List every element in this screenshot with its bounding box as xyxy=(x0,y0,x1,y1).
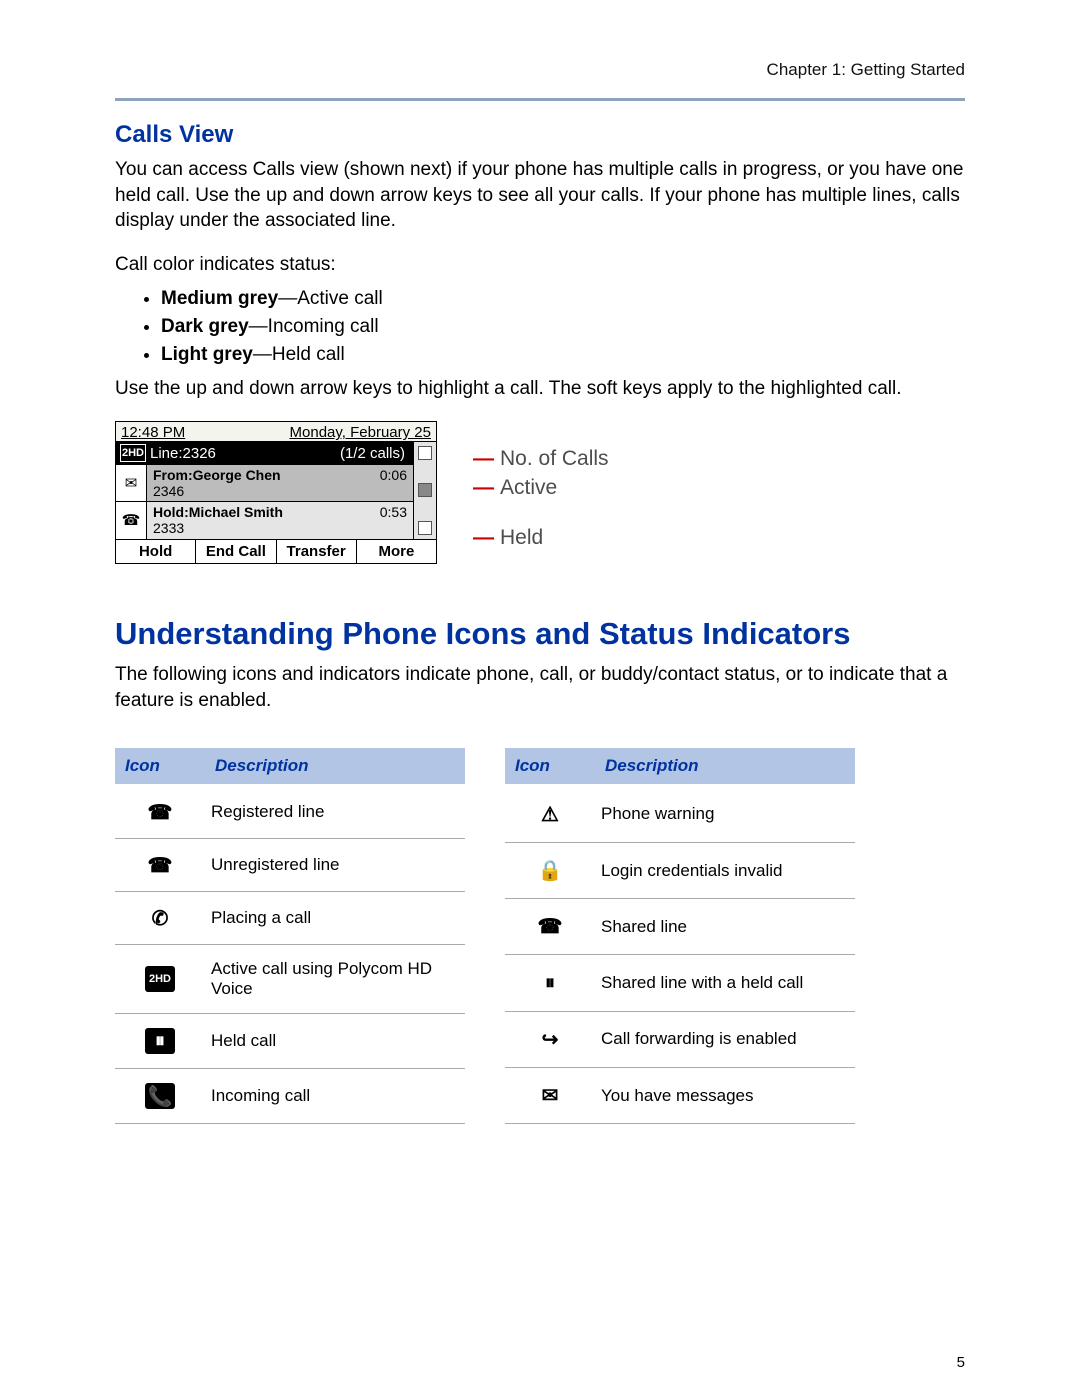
phone-call-count: (1/2 calls) xyxy=(340,445,409,462)
phone-icon: ☎ xyxy=(116,502,147,538)
placing-call-icon: ✆ xyxy=(146,906,174,930)
messages-icon: ✉ xyxy=(536,1084,564,1108)
incoming-call-icon: 📞 xyxy=(145,1083,175,1109)
icon-description: Login credentials invalid xyxy=(595,842,855,898)
status-bullets: Medium grey—Active call Dark grey—Incomi… xyxy=(115,288,965,366)
table-row: 2HD Active call using Polycom HD Voice xyxy=(115,945,465,1014)
icon-description: Call forwarding is enabled xyxy=(595,1011,855,1067)
softkey-hold: Hold xyxy=(116,540,196,563)
icon-cell: ⚠ xyxy=(505,785,595,842)
shared-line-icon: ☎ xyxy=(536,915,564,939)
callout-held: Held xyxy=(500,526,543,549)
calls-view-outro: Use the up and down arrow keys to highli… xyxy=(115,376,965,402)
softkey-end-call: End Call xyxy=(196,540,276,563)
hd-badge-icon: 2HD xyxy=(120,444,146,462)
col-desc-right: Description xyxy=(595,748,855,785)
chapter-header: Chapter 1: Getting Started xyxy=(115,60,965,80)
call-forwarding-icon: ↪ xyxy=(536,1027,564,1051)
call-row-held: ☎ Hold:Michael Smith 0:53 2333 xyxy=(116,501,413,538)
icon-cell: ⏸ xyxy=(115,1014,205,1069)
icon-cell: 📞 xyxy=(115,1069,205,1124)
icon-cell: ✉ xyxy=(505,1068,595,1124)
scroll-thumb-top xyxy=(418,446,432,460)
table-row: ↪ Call forwarding is enabled xyxy=(505,1011,855,1067)
scroll-thumb-mid xyxy=(418,483,432,497)
softkey-transfer: Transfer xyxy=(277,540,357,563)
icon-description: Phone warning xyxy=(595,785,855,842)
indicators-heading: Understanding Phone Icons and Status Ind… xyxy=(115,616,965,652)
phone-time: 12:48 PM xyxy=(121,424,185,441)
icon-description: You have messages xyxy=(595,1068,855,1124)
col-icon-left: Icon xyxy=(115,748,205,785)
call-row-active: ✉ From:George Chen 0:06 2346 xyxy=(116,464,413,501)
icon-table-left: Icon Description ☎ Registered line ☎ Unregi… xyxy=(115,748,465,1124)
table-row: ✆ Placing a call xyxy=(115,892,465,945)
table-row: 🔒 Login credentials invalid xyxy=(505,842,855,898)
icon-cell: ☎ xyxy=(505,899,595,955)
held-call-icon: ⏸ xyxy=(145,1028,175,1054)
envelope-icon: ✉ xyxy=(116,465,147,501)
col-icon-right: Icon xyxy=(505,748,595,785)
bullet-medium-grey: Medium grey—Active call xyxy=(161,288,965,310)
bullet-dark-grey: Dark grey—Incoming call xyxy=(161,316,965,338)
page-number: 5 xyxy=(957,1354,965,1371)
icon-cell: ✆ xyxy=(115,892,205,945)
icon-cell: ☎ xyxy=(115,839,205,892)
icon-cell: ☎ xyxy=(115,785,205,839)
icon-description: Placing a call xyxy=(205,892,465,945)
table-row: ⚠ Phone warning xyxy=(505,785,855,842)
calls-view-screenshot: 12:48 PM Monday, February 25 2HD Line:23… xyxy=(115,421,965,581)
phone-linebar: 2HD Line:2326 (1/2 calls) xyxy=(116,442,413,464)
phone-date: Monday, February 25 xyxy=(290,424,431,441)
icon-cell: 2HD xyxy=(115,945,205,1014)
icon-description: Registered line xyxy=(205,785,465,839)
table-row: ⏸ Shared line with a held call xyxy=(505,955,855,1011)
table-row: ☎ Unregistered line xyxy=(115,839,465,892)
phone-warning-icon: ⚠ xyxy=(536,802,564,826)
phone-line-label: Line:2326 xyxy=(150,445,340,462)
icon-description: Shared line with a held call xyxy=(595,955,855,1011)
shared-held-icon: ⏸ xyxy=(536,971,564,995)
icon-cell: ↪ xyxy=(505,1011,595,1067)
bullet-light-grey: Light grey—Held call xyxy=(161,344,965,366)
icon-table-right: Icon Description ⚠ Phone warning 🔒 Login cr… xyxy=(505,748,855,1124)
callout-active: Active xyxy=(500,476,557,499)
icon-description: Incoming call xyxy=(205,1069,465,1124)
header-rule xyxy=(115,98,965,101)
icon-description: Shared line xyxy=(595,899,855,955)
phone-scrollbar xyxy=(413,442,436,538)
callout-no-of-calls: No. of Calls xyxy=(500,447,609,470)
registered-line-icon: ☎ xyxy=(146,800,174,824)
table-row: 📞 Incoming call xyxy=(115,1069,465,1124)
scroll-thumb-bot xyxy=(418,521,432,535)
calls-view-heading: Calls View xyxy=(115,121,965,149)
icon-description: Held call xyxy=(205,1014,465,1069)
calls-view-intro: You can access Calls view (shown next) i… xyxy=(115,157,965,234)
status-line: Call color indicates status: xyxy=(115,252,965,278)
icon-cell: 🔒 xyxy=(505,842,595,898)
icon-description: Unregistered line xyxy=(205,839,465,892)
indicators-intro: The following icons and indicators indic… xyxy=(115,662,965,713)
icon-cell: ⏸ xyxy=(505,955,595,1011)
login-invalid-icon: 🔒 xyxy=(536,859,564,883)
table-row: ⏸ Held call xyxy=(115,1014,465,1069)
softkey-more: More xyxy=(357,540,436,563)
hd-voice-icon: 2HD xyxy=(145,966,175,992)
unregistered-line-icon: ☎ xyxy=(146,853,174,877)
col-desc-left: Description xyxy=(205,748,465,785)
table-row: ☎ Registered line xyxy=(115,785,465,839)
table-row: ✉ You have messages xyxy=(505,1068,855,1124)
icon-description: Active call using Polycom HD Voice xyxy=(205,945,465,1014)
table-row: ☎ Shared line xyxy=(505,899,855,955)
